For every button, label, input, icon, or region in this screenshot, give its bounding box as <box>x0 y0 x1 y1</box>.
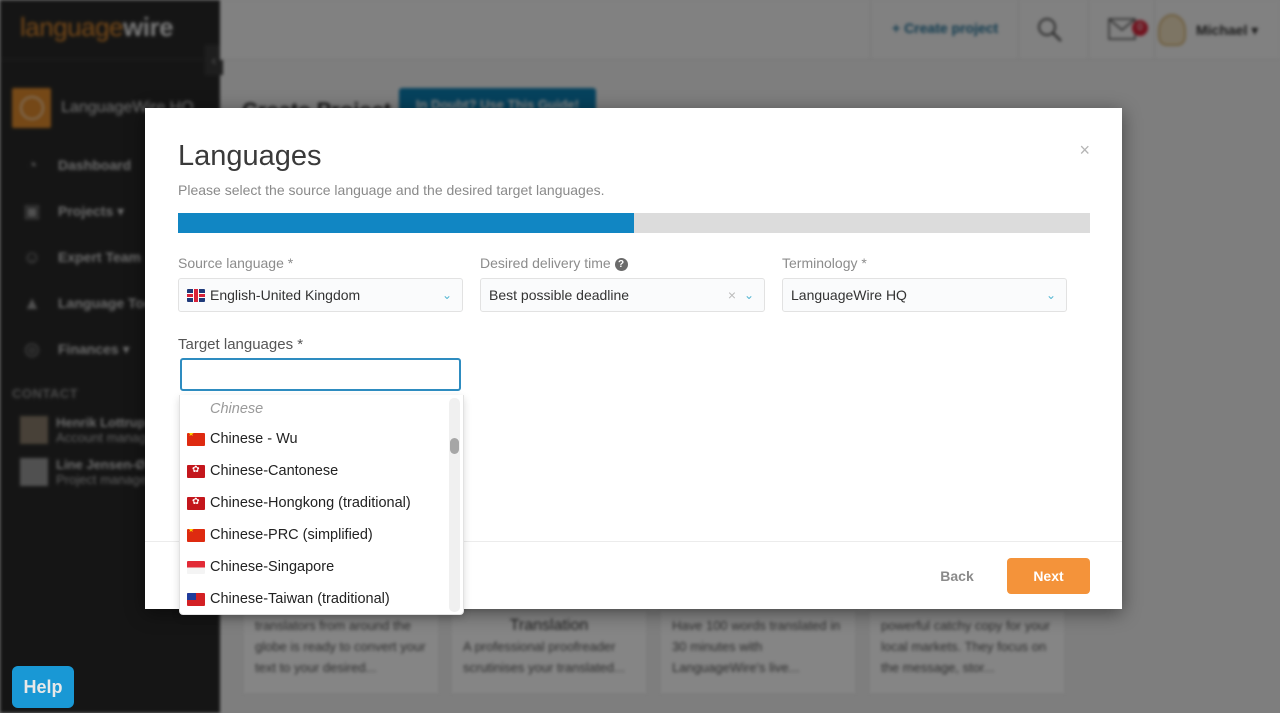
terminology-field: Terminology * LanguageWire HQ ⌄ <box>782 255 1067 312</box>
next-button[interactable]: Next <box>1007 558 1090 594</box>
target-languages-input[interactable] <box>180 358 461 391</box>
cn-flag-icon <box>187 432 205 446</box>
delivery-time-value: Best possible deadline <box>489 287 630 303</box>
clear-icon[interactable]: × <box>728 287 736 303</box>
chevron-down-icon: ⌄ <box>1045 288 1057 302</box>
dropdown-option[interactable]: Chinese-Taiwan (traditional) <box>180 583 463 614</box>
dropdown-group-label: Chinese <box>180 395 463 423</box>
terminology-value: LanguageWire HQ <box>791 287 907 303</box>
close-icon[interactable]: × <box>1079 140 1090 161</box>
delivery-time-label-text: Desired delivery time <box>480 255 611 271</box>
tw-flag-icon <box>187 592 205 606</box>
source-language-select[interactable]: English-United Kingdom ⌄ <box>178 278 463 312</box>
progress-fill <box>178 213 634 233</box>
source-language-field: Source language * English-United Kingdom… <box>178 255 463 312</box>
dropdown-option[interactable]: Chinese - Wu <box>180 423 463 455</box>
scrollbar-thumb[interactable] <box>450 437 459 454</box>
option-label: Chinese - Wu <box>210 431 298 447</box>
modal-title: Languages <box>178 140 322 172</box>
delivery-time-field: Desired delivery time ? Best possible de… <box>480 255 765 312</box>
terminology-label: Terminology * <box>782 255 867 271</box>
dropdown-options: Chinese Chinese - Wu Chinese-Cantonese Chin… <box>180 395 463 614</box>
option-label: Chinese-Hongkong (traditional) <box>210 495 411 511</box>
flag-placeholder-icon <box>187 403 205 416</box>
hk-flag-icon <box>187 496 205 510</box>
option-label: Chinese-PRC (simplified) <box>210 527 373 543</box>
option-label: Chinese-Taiwan (traditional) <box>210 591 390 607</box>
option-label: Chinese-Singapore <box>210 559 335 575</box>
target-languages-label: Target languages * <box>178 336 304 353</box>
modal-subtitle: Please select the source language and th… <box>178 182 605 198</box>
option-label: Chinese-Cantonese <box>210 463 339 479</box>
dropdown-option[interactable]: Chinese-Hongkong (traditional) <box>180 487 463 519</box>
help-button[interactable]: Help <box>12 666 74 708</box>
wizard-progress-bar <box>178 213 1090 233</box>
delivery-time-select[interactable]: Best possible deadline × ⌄ <box>480 278 765 312</box>
dropdown-option[interactable]: Chinese-Singapore <box>180 551 463 583</box>
dropdown-scrollbar[interactable] <box>449 398 460 612</box>
source-language-value: English-United Kingdom <box>210 287 361 303</box>
sg-flag-icon <box>187 560 205 574</box>
hk-flag-icon <box>187 464 205 478</box>
delivery-time-label: Desired delivery time ? <box>480 255 765 273</box>
chevron-down-icon: ⌄ <box>441 288 453 302</box>
dropdown-option[interactable]: Chinese-PRC (simplified) <box>180 519 463 551</box>
terminology-select[interactable]: LanguageWire HQ ⌄ <box>782 278 1067 312</box>
dropdown-option[interactable]: Chinese-Cantonese <box>180 455 463 487</box>
option-label: Chinese <box>210 401 264 417</box>
source-language-label: Source language * <box>178 255 294 271</box>
help-icon[interactable]: ? <box>614 257 628 271</box>
chevron-down-icon: ⌄ <box>743 288 755 302</box>
uk-flag-icon <box>187 288 205 302</box>
back-button[interactable]: Back <box>925 559 989 593</box>
target-languages-dropdown: Chinese Chinese - Wu Chinese-Cantonese Chin… <box>179 395 464 615</box>
cn-flag-icon <box>187 528 205 542</box>
